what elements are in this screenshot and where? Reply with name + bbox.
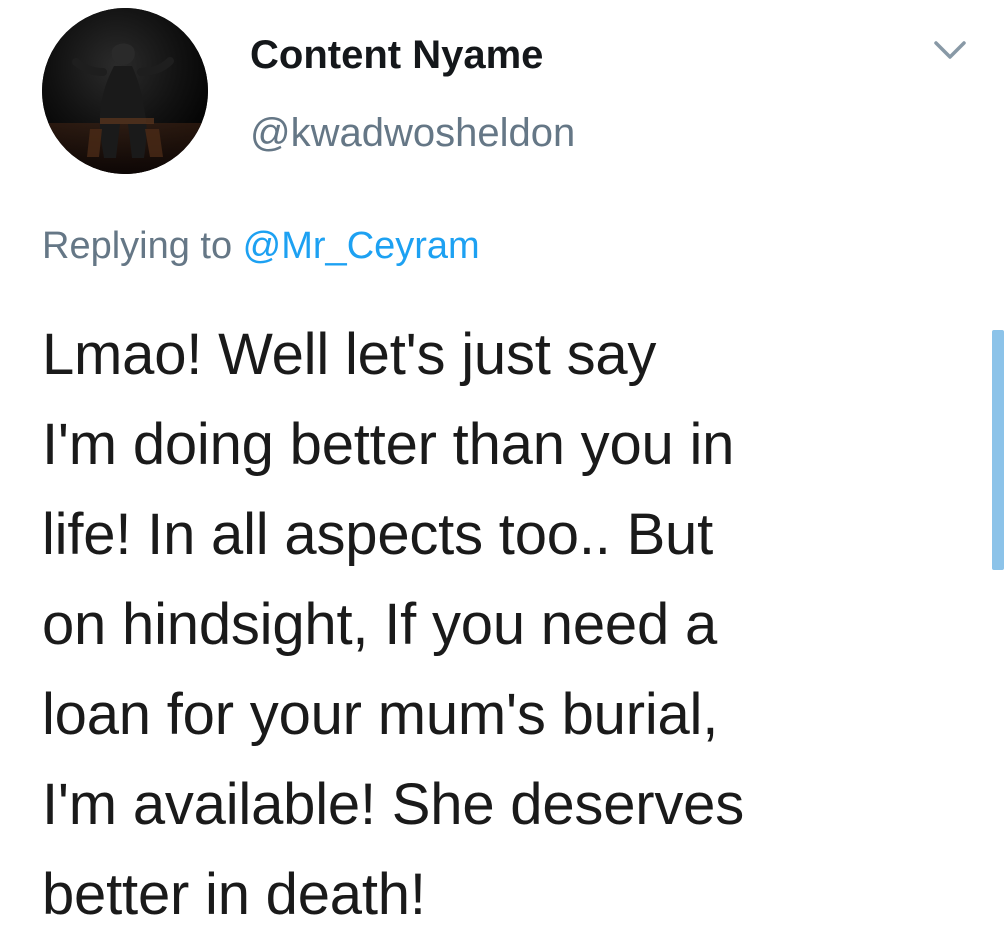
tweet-menu-button[interactable] bbox=[931, 38, 969, 64]
chevron-down-icon bbox=[934, 41, 966, 59]
author-display-name[interactable]: Content Nyame bbox=[250, 32, 543, 78]
tweet-card: Content Nyame @kwadwosheldon Replying to… bbox=[0, 0, 1004, 948]
scroll-indicator bbox=[992, 330, 1004, 570]
reply-mention-link[interactable]: @Mr_Ceyram bbox=[243, 225, 480, 267]
tweet-text: Lmao! Well let's just say I'm doing bett… bbox=[42, 322, 745, 927]
reply-prefix: Replying to bbox=[42, 225, 243, 267]
avatar-photo-icon bbox=[42, 8, 208, 174]
author-handle[interactable]: @kwadwosheldon bbox=[250, 110, 575, 156]
reply-context: Replying to @Mr_Ceyram bbox=[42, 224, 480, 268]
author-avatar[interactable] bbox=[42, 8, 208, 174]
